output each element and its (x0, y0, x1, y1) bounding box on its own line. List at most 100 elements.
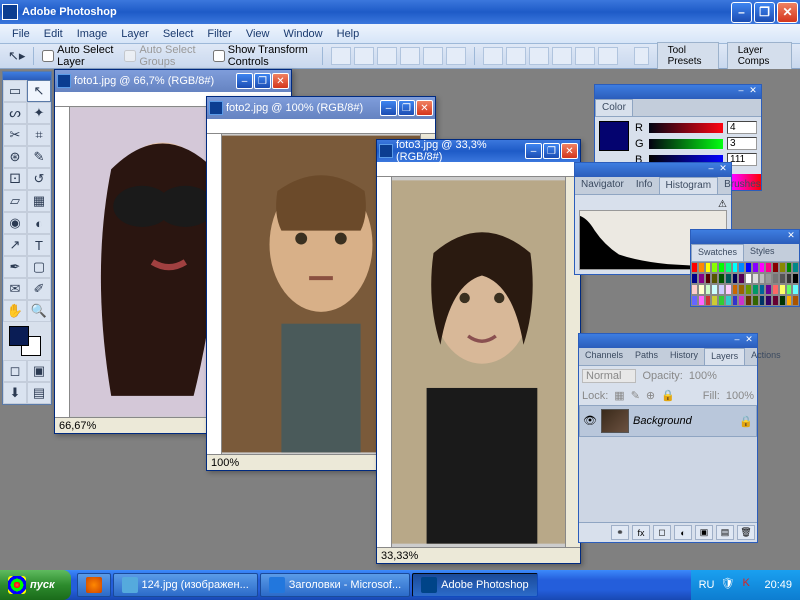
swatch-cell[interactable] (711, 262, 718, 273)
doc3-zoom[interactable]: 33,33% (381, 550, 418, 562)
minimize-button[interactable]: – (731, 2, 752, 23)
swatch-cell[interactable] (698, 284, 705, 295)
lock-pixels-icon[interactable]: ✎ (631, 389, 640, 402)
swatch-cell[interactable] (772, 284, 779, 295)
swatch-cell[interactable] (711, 284, 718, 295)
color-preview-swatch[interactable] (599, 121, 629, 151)
color-swatches[interactable] (3, 322, 51, 360)
swatch-cell[interactable] (705, 284, 712, 295)
menu-filter[interactable]: Filter (201, 26, 237, 42)
close-button[interactable]: ✕ (777, 2, 798, 23)
lock-position-icon[interactable]: ⊕ (646, 389, 655, 402)
layer-thumbnail[interactable] (601, 409, 629, 433)
palette-well-icon[interactable] (634, 47, 649, 65)
color-panel-close[interactable]: ✕ (747, 85, 759, 96)
swatch-cell[interactable] (765, 273, 772, 284)
layer-visibility-icon[interactable]: 👁 (583, 414, 597, 428)
swatches-panel-close[interactable]: ✕ (785, 230, 797, 241)
swatch-cell[interactable] (759, 284, 766, 295)
histogram-tab[interactable]: Histogram (659, 177, 719, 194)
swatch-cell[interactable] (732, 284, 739, 295)
doc2-zoom[interactable]: 100% (211, 457, 239, 469)
menu-select[interactable]: Select (157, 26, 200, 42)
warning-icon[interactable]: ⚠ (579, 199, 727, 210)
tray-shield-icon[interactable]: 🛡 (720, 577, 736, 593)
hand-tool[interactable]: ✋ (3, 300, 27, 322)
document-window-3[interactable]: foto3.jpg @ 33,3% (RGB/8#) – ❐ ✕ 33,33% (376, 139, 581, 564)
swatch-cell[interactable] (792, 262, 799, 273)
menu-edit[interactable]: Edit (38, 26, 69, 42)
zoom-tool[interactable]: 🔍 (27, 300, 51, 322)
link-layers-icon[interactable]: ⚭ (611, 525, 629, 540)
auto-select-layer-checkbox[interactable]: Auto Select Layer (42, 44, 116, 68)
distribute-right-icon[interactable] (598, 47, 618, 65)
tool-presets-tab[interactable]: Tool Presets (657, 42, 719, 70)
align-hcenter-icon[interactable] (423, 47, 443, 65)
r-slider[interactable] (649, 123, 723, 133)
channels-tab[interactable]: Channels (579, 348, 629, 365)
swatch-cell[interactable] (705, 262, 712, 273)
swatch-cell[interactable] (765, 295, 772, 306)
doc2-ruler-v[interactable] (207, 134, 222, 454)
blend-mode-select[interactable]: Normal (582, 369, 636, 383)
swatch-cell[interactable] (779, 273, 786, 284)
distribute-left-icon[interactable] (552, 47, 572, 65)
dodge-tool[interactable]: ◐ (27, 212, 51, 234)
lasso-tool[interactable]: ᔕ (3, 102, 27, 124)
swatch-cell[interactable] (792, 295, 799, 306)
swatch-cell[interactable] (765, 262, 772, 273)
swatch-cell[interactable] (786, 273, 793, 284)
swatch-cell[interactable] (745, 262, 752, 273)
align-left-icon[interactable] (400, 47, 420, 65)
menu-layer[interactable]: Layer (115, 26, 155, 42)
align-top-icon[interactable] (331, 47, 351, 65)
swatch-cell[interactable] (745, 284, 752, 295)
menu-view[interactable]: View (240, 26, 276, 42)
menu-image[interactable]: Image (71, 26, 114, 42)
lock-all-icon[interactable]: 🔒 (661, 389, 675, 402)
swatch-cell[interactable] (698, 295, 705, 306)
doc2-maximize[interactable]: ❐ (398, 100, 415, 116)
swatch-cell[interactable] (738, 262, 745, 273)
doc3-canvas[interactable] (392, 177, 565, 547)
brush-tool[interactable]: ✎ (27, 146, 51, 168)
swatch-cell[interactable] (779, 284, 786, 295)
swatch-cell[interactable] (745, 273, 752, 284)
swatch-cell[interactable] (705, 295, 712, 306)
show-transform-checkbox[interactable]: Show Transform Controls (213, 44, 314, 68)
swatch-cell[interactable] (718, 295, 725, 306)
jump-to-imageready[interactable]: ⬇ (3, 382, 27, 404)
doc3-ruler-h[interactable] (377, 162, 580, 177)
notes-tool[interactable]: ✉ (3, 278, 27, 300)
maximize-button[interactable]: ❐ (754, 2, 775, 23)
swatch-cell[interactable] (786, 295, 793, 306)
swatch-cell[interactable] (779, 262, 786, 273)
slice-tool[interactable]: ⌗ (27, 124, 51, 146)
swatch-cell[interactable] (786, 262, 793, 273)
shape-tool[interactable]: ▢ (27, 256, 51, 278)
history-tab[interactable]: History (664, 348, 704, 365)
layers-panel-minimize[interactable]: – (731, 334, 743, 345)
menu-window[interactable]: Window (278, 26, 329, 42)
swatch-cell[interactable] (711, 295, 718, 306)
marquee-tool[interactable]: ▭ (3, 80, 27, 102)
swatch-cell[interactable] (786, 284, 793, 295)
swatch-cell[interactable] (725, 273, 732, 284)
styles-tab[interactable]: Styles (744, 244, 781, 261)
delete-layer-icon[interactable]: 🗑 (737, 525, 755, 540)
doc3-close[interactable]: ✕ (561, 143, 578, 159)
swatch-cell[interactable] (759, 295, 766, 306)
swatch-cell[interactable] (752, 262, 759, 273)
swatch-cell[interactable] (738, 284, 745, 295)
doc3-titlebar[interactable]: foto3.jpg @ 33,3% (RGB/8#) – ❐ ✕ (377, 140, 580, 162)
eyedropper-tool[interactable]: ✐ (27, 278, 51, 300)
swatch-cell[interactable] (691, 295, 698, 306)
align-bottom-icon[interactable] (377, 47, 397, 65)
swatch-cell[interactable] (792, 284, 799, 295)
crop-tool[interactable]: ✂ (3, 124, 27, 146)
info-tab[interactable]: Info (630, 177, 659, 194)
quickmask-tool[interactable]: ◻ (3, 360, 27, 382)
swatch-cell[interactable] (691, 273, 698, 284)
histogram-panel-close[interactable]: ✕ (717, 163, 729, 174)
type-tool[interactable]: T (27, 234, 51, 256)
